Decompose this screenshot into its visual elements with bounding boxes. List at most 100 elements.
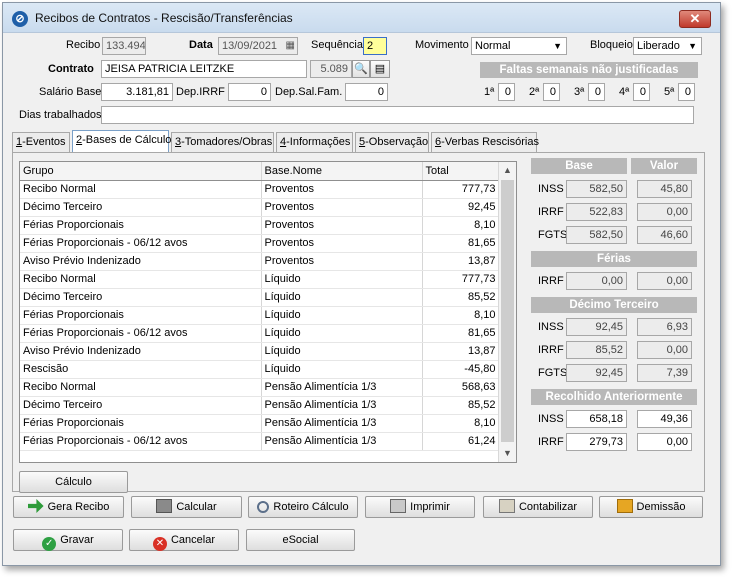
check-icon: ✓ bbox=[42, 537, 57, 551]
cell-grupo: Férias Proporcionais bbox=[20, 306, 262, 325]
tab-observacao[interactable]: 5-Observação bbox=[355, 132, 429, 152]
recibo-field[interactable]: 133.494 bbox=[102, 37, 146, 55]
data-label: Data bbox=[189, 39, 213, 51]
decimo-valor-field[interactable]: 6,93 bbox=[637, 318, 692, 336]
decimo-base-field[interactable]: 92,45 bbox=[566, 364, 627, 382]
cell-total: 777,73 bbox=[422, 270, 500, 289]
falta-field-4[interactable]: 0 bbox=[633, 83, 650, 101]
tab-tomadores-obras[interactable]: 3-Tomadores/Obras bbox=[171, 132, 274, 152]
cell-total: 8,10 bbox=[422, 216, 500, 235]
faltas-header: Faltas semanais não justificadas bbox=[480, 62, 698, 78]
contrato-code-field[interactable]: 5.089 bbox=[310, 60, 352, 78]
recolhido-valor-field[interactable]: 0,00 bbox=[637, 433, 692, 451]
column-header-grupo[interactable]: Grupo bbox=[20, 162, 262, 181]
main-base-field[interactable]: 522,83 bbox=[566, 203, 627, 221]
falta-field-1[interactable]: 0 bbox=[498, 83, 515, 101]
sequencia-field[interactable]: 2 bbox=[363, 37, 387, 55]
roteiro-label: Roteiro Cálculo bbox=[273, 501, 349, 513]
card-button[interactable]: ▤ bbox=[370, 60, 390, 78]
tab-bases-calculo[interactable]: 2-Bases de Cálculo bbox=[72, 130, 171, 153]
search-button[interactable]: 🔍 bbox=[352, 60, 370, 78]
gera-recibo-label: Gera Recibo bbox=[47, 501, 110, 513]
scroll-up-icon[interactable]: ▲ bbox=[499, 162, 516, 179]
tab-label: -Eventos bbox=[22, 136, 66, 148]
salario-field[interactable]: 3.181,81 bbox=[101, 83, 173, 101]
recolhido-base-field[interactable]: 658,18 bbox=[566, 410, 627, 428]
magnifier-icon bbox=[257, 501, 270, 513]
table-row[interactable]: Recibo Normal Proventos 777,73 bbox=[20, 180, 500, 199]
column-header-base-nome[interactable]: Base.Nome bbox=[261, 162, 423, 181]
falta-field-3[interactable]: 0 bbox=[588, 83, 605, 101]
table-row[interactable]: Férias Proporcionais Proventos 8,10 bbox=[20, 216, 500, 235]
gravar-button[interactable]: ✓ Gravar bbox=[13, 529, 123, 551]
contabilizar-button[interactable]: Contabilizar bbox=[483, 496, 593, 518]
ferias-base-field[interactable]: 0,00 bbox=[566, 272, 627, 290]
movimento-select[interactable]: Normal ▼ bbox=[471, 37, 567, 55]
cell-grupo: Férias Proporcionais - 06/12 avos bbox=[20, 432, 262, 451]
table-row[interactable]: Recibo Normal Líquido 777,73 bbox=[20, 270, 500, 289]
tab-verbas-rescisorias[interactable]: 6-Verbas Rescisórias bbox=[431, 132, 539, 152]
table-row[interactable]: Décimo Terceiro Pensão Alimentícia 1/3 85,… bbox=[20, 396, 500, 415]
table-row[interactable]: Férias Proporcionais - 06/12 avos Provent… bbox=[20, 234, 500, 253]
main-valor-field[interactable]: 45,80 bbox=[637, 180, 692, 198]
table-row[interactable]: Férias Proporcionais - 06/12 avos Pensão … bbox=[20, 432, 500, 451]
bloqueio-select[interactable]: Liberado ▼ bbox=[633, 37, 702, 55]
cell-grupo: Férias Proporcionais bbox=[20, 414, 262, 433]
calendar-icon[interactable]: ▦ bbox=[286, 38, 295, 54]
esocial-button[interactable]: eSocial bbox=[246, 529, 355, 551]
ferias-valor-field[interactable]: 0,00 bbox=[637, 272, 692, 290]
cancelar-button[interactable]: ✕ Cancelar bbox=[129, 529, 239, 551]
scroll-thumb[interactable] bbox=[501, 180, 514, 442]
cell-base-nome: Proventos bbox=[261, 216, 423, 235]
decimo-row-label: IRRF bbox=[538, 344, 564, 356]
bases-table: Grupo Base.Nome Total Recibo Normal Prove… bbox=[20, 162, 500, 451]
decimo-header: Décimo Terceiro bbox=[531, 297, 697, 313]
imprimir-button[interactable]: Imprimir bbox=[365, 496, 475, 518]
main-valor-field[interactable]: 0,00 bbox=[637, 203, 692, 221]
table-row[interactable]: Rescisão Líquido -45,80 bbox=[20, 360, 500, 379]
main-base-field[interactable]: 582,50 bbox=[566, 180, 627, 198]
recolhido-base-field[interactable]: 279,73 bbox=[566, 433, 627, 451]
table-row[interactable]: Aviso Prévio Indenizado Líquido 13,87 bbox=[20, 342, 500, 361]
roteiro-calculo-button[interactable]: Roteiro Cálculo bbox=[248, 496, 358, 518]
cell-base-nome: Proventos bbox=[261, 198, 423, 217]
scroll-down-icon[interactable]: ▼ bbox=[499, 445, 516, 462]
table-row[interactable]: Férias Proporcionais - 06/12 avos Líquido… bbox=[20, 324, 500, 343]
table-row[interactable]: Recibo Normal Pensão Alimentícia 1/3 568,6… bbox=[20, 378, 500, 397]
decimo-base-field[interactable]: 85,52 bbox=[566, 341, 627, 359]
dep-irrf-field[interactable]: 0 bbox=[228, 83, 271, 101]
calculo-button[interactable]: Cálculo bbox=[19, 471, 128, 493]
decimo-row-label: FGTS bbox=[538, 367, 568, 379]
calcular-button[interactable]: Calcular bbox=[131, 496, 242, 518]
cell-base-nome: Líquido bbox=[261, 342, 423, 361]
falta-field-2[interactable]: 0 bbox=[543, 83, 560, 101]
tab-eventos[interactable]: 1-Eventos bbox=[12, 132, 70, 152]
cell-total: 61,24 bbox=[422, 432, 500, 451]
contrato-name-field[interactable]: JEISA PATRICIA LEITZKE bbox=[101, 60, 307, 78]
tab-label: -Verbas Rescisórias bbox=[441, 136, 539, 148]
tab-informacoes[interactable]: 4-Informações bbox=[276, 132, 353, 152]
data-field[interactable]: 13/09/2021 ▦ bbox=[218, 37, 298, 55]
falta-field-5[interactable]: 0 bbox=[678, 83, 695, 101]
table-row[interactable]: Férias Proporcionais Líquido 8,10 bbox=[20, 306, 500, 325]
table-row[interactable]: Décimo Terceiro Proventos 92,45 bbox=[20, 198, 500, 217]
main-base-field[interactable]: 582,50 bbox=[566, 226, 627, 244]
decimo-valor-field[interactable]: 0,00 bbox=[637, 341, 692, 359]
table-row[interactable]: Décimo Terceiro Líquido 85,52 bbox=[20, 288, 500, 307]
gera-recibo-button[interactable]: Gera Recibo bbox=[13, 496, 124, 518]
decimo-valor-field[interactable]: 7,39 bbox=[637, 364, 692, 382]
recolhido-valor-field[interactable]: 49,36 bbox=[637, 410, 692, 428]
demissao-button[interactable]: Demissão bbox=[599, 496, 703, 518]
decimo-base-field[interactable]: 92,45 bbox=[566, 318, 627, 336]
demissao-label: Demissão bbox=[636, 501, 686, 513]
dias-field[interactable] bbox=[101, 106, 694, 124]
grid-scrollbar[interactable]: ▲ ▼ bbox=[498, 162, 516, 462]
main-valor-field[interactable]: 46,60 bbox=[637, 226, 692, 244]
close-button[interactable]: ✕ bbox=[679, 10, 711, 28]
dep-salfam-field[interactable]: 0 bbox=[345, 83, 388, 101]
column-header-total[interactable]: Total bbox=[422, 162, 500, 181]
cell-grupo: Décimo Terceiro bbox=[20, 198, 262, 217]
bases-grid[interactable]: Grupo Base.Nome Total Recibo Normal Prove… bbox=[19, 161, 517, 463]
table-row[interactable]: Férias Proporcionais Pensão Alimentícia 1… bbox=[20, 414, 500, 433]
table-row[interactable]: Aviso Prévio Indenizado Proventos 13,87 bbox=[20, 252, 500, 271]
